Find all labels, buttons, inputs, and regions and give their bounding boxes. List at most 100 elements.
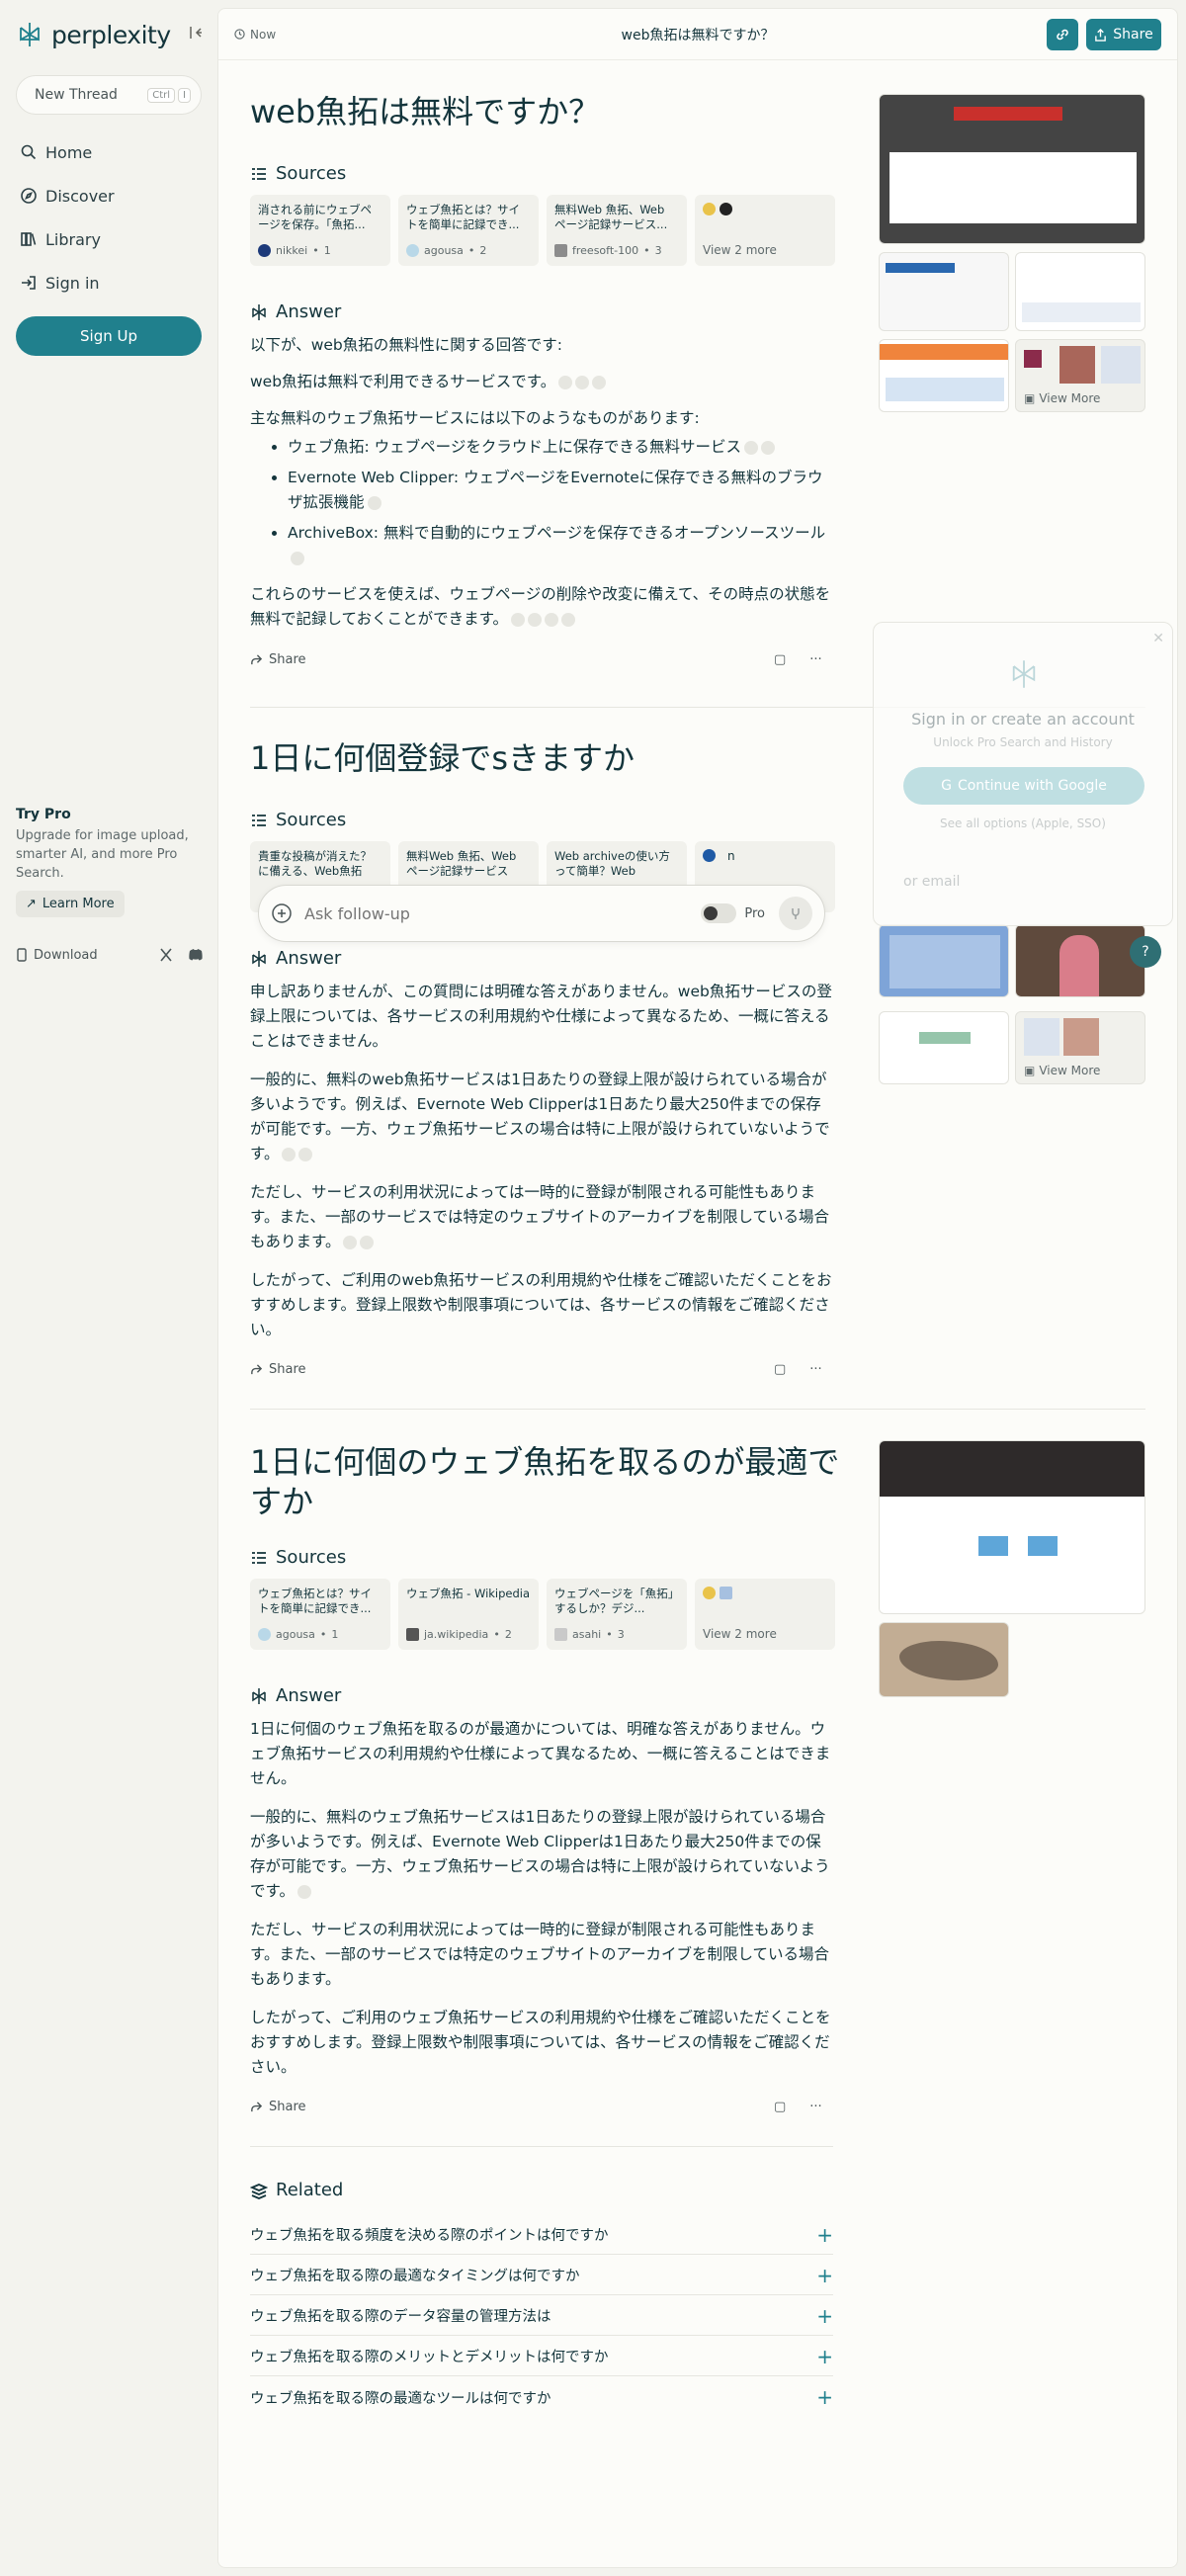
image-content: [886, 378, 1004, 401]
copy-link-button[interactable]: [1047, 19, 1078, 50]
image-content: [1022, 302, 1141, 322]
image-result[interactable]: [879, 339, 1009, 412]
source-card[interactable]: ウェブ魚拓とは？サイトを簡単に記録でき... agousa • 1: [250, 1579, 390, 1650]
image-result[interactable]: [879, 252, 1009, 331]
more-options-icon[interactable]: ···: [809, 2100, 821, 2114]
view-more-sources-card[interactable]: View 2 more: [695, 195, 835, 266]
citation[interactable]: [545, 612, 559, 627]
source-site: asahi: [572, 1628, 602, 1641]
source-card[interactable]: ウェブページを「魚拓」するしか？デジ... asahi • 3: [547, 1579, 687, 1650]
logo-text: perplexity: [51, 20, 171, 49]
collapse-sidebar-icon[interactable]: [188, 25, 204, 41]
related-question[interactable]: ウェブ魚拓を取る際のデータ容量の管理方法は +: [250, 2296, 833, 2336]
copy-icon[interactable]: ▢: [774, 2100, 786, 2114]
help-button[interactable]: ?: [1130, 936, 1161, 968]
view-more-sources-card[interactable]: View 2 more: [695, 1579, 835, 1650]
submit-icon: [792, 908, 800, 919]
view-more-images[interactable]: ▣ View More: [1015, 1011, 1145, 1084]
sidebar-item-library[interactable]: Library: [16, 217, 202, 261]
sidebar-item-home[interactable]: Home: [16, 130, 202, 174]
citation[interactable]: [511, 612, 526, 627]
continue-with-google-button[interactable]: G Continue with Google: [903, 767, 1144, 805]
copy-icon[interactable]: ▢: [774, 1362, 786, 1377]
answer-heading: Answer: [250, 301, 341, 322]
citation[interactable]: [360, 1235, 375, 1249]
citation[interactable]: [575, 375, 590, 389]
image-result[interactable]: [1015, 252, 1145, 331]
source-title: ウェブ魚拓とは？サイトを簡単に記録でき...: [258, 1587, 372, 1615]
google-label: Continue with Google: [957, 778, 1107, 794]
source-card[interactable]: ウェブ魚拓 - Wikipedia ja.wikipedia • 2: [398, 1579, 539, 1650]
top-bar: Now web魚拓は無料ですか？ Share: [218, 9, 1177, 60]
share-button[interactable]: Share: [1086, 19, 1161, 50]
image-content: [880, 1441, 1144, 1497]
source-number: 3: [617, 1628, 625, 1641]
all-options-link[interactable]: See all options (Apple, SSO): [874, 816, 1172, 830]
source-title: ウェブ魚拓とは？サイトを簡単に記録でき...: [406, 203, 520, 231]
share-arrow-icon: [251, 653, 263, 664]
citation[interactable]: [744, 440, 759, 455]
copy-icon[interactable]: ▢: [774, 652, 786, 667]
answer-heading: Answer: [250, 1685, 341, 1706]
related-question[interactable]: ウェブ魚拓を取る頻度を決める際のポイントは何ですか +: [250, 2215, 833, 2255]
related-question[interactable]: ウェブ魚拓を取る際の最適なタイミングは何ですか +: [250, 2256, 833, 2295]
download-link[interactable]: Download: [16, 948, 144, 963]
citation[interactable]: [761, 440, 776, 455]
sidebar-item-sign-in[interactable]: Sign in: [16, 261, 202, 304]
source-card[interactable]: ウェブ魚拓とは？サイトを簡単に記録でき... agousa • 2: [398, 195, 539, 266]
source-number: 2: [479, 244, 487, 257]
list-item: ウェブ魚拓: ウェブページをクラウド上に保存できる無料サービス: [288, 435, 833, 460]
image-content: [1024, 1018, 1059, 1056]
citation[interactable]: [528, 612, 543, 627]
discord-icon[interactable]: [188, 947, 204, 963]
answer-body: 申し訳ありませんが、この質問には明確な答えがありません。web魚拓サービスの登録…: [250, 980, 833, 1354]
logo[interactable]: perplexity: [16, 18, 202, 51]
attach-plus-icon[interactable]: [271, 902, 293, 924]
share-answer-button[interactable]: Share: [250, 1362, 306, 1377]
x-twitter-icon[interactable]: [158, 947, 174, 963]
learn-more-button[interactable]: ↗ Learn More: [16, 891, 125, 917]
image-result[interactable]: [879, 94, 1145, 244]
related-question[interactable]: ウェブ魚拓を取る際の最適なツールは何ですか +: [250, 2377, 833, 2417]
source-card[interactable]: 消される前にウェブページを保存。「魚拓... nikkei • 1: [250, 195, 390, 266]
citation[interactable]: [291, 551, 304, 565]
citation[interactable]: [592, 375, 607, 389]
citation[interactable]: [296, 1884, 311, 1899]
answer-actions: Share ▢ ···: [250, 1359, 833, 1379]
citation[interactable]: [298, 1147, 313, 1161]
more-options-icon[interactable]: ···: [809, 1362, 821, 1377]
answer-text: ただし、サービスの利用状況によっては一時的に登録が制限される可能性もあります。ま…: [250, 1183, 830, 1250]
more-options-icon[interactable]: ···: [809, 652, 821, 667]
image-result[interactable]: [879, 924, 1009, 997]
related-question-text: ウェブ魚拓を取る際の最適なタイミングは何ですか: [250, 2269, 580, 2284]
submit-button[interactable]: [779, 897, 812, 930]
share-answer-button[interactable]: Share: [250, 652, 306, 667]
email-option[interactable]: or email: [903, 874, 960, 890]
citation[interactable]: [558, 375, 573, 389]
follow-up-input[interactable]: [304, 903, 702, 923]
sign-up-button[interactable]: Sign Up: [16, 316, 202, 356]
related-question[interactable]: ウェブ魚拓を取る際のメリットとデメリットは何ですか +: [250, 2337, 833, 2376]
image-result[interactable]: [879, 1011, 1009, 1084]
source-card[interactable]: 無料Web 魚拓、Web ページ記録サービス... freesoft-100 • …: [547, 195, 687, 266]
view-more-images[interactable]: ▣ View More: [1015, 339, 1145, 412]
image-content: [1101, 346, 1141, 384]
pro-label: Pro: [744, 905, 765, 921]
citation[interactable]: [367, 495, 381, 510]
citation[interactable]: [343, 1235, 358, 1249]
follow-up-bar: Pro: [258, 885, 825, 942]
sidebar-item-discover[interactable]: Discover: [16, 174, 202, 217]
main-panel: Now web魚拓は無料ですか？ Share web魚拓は無料ですか？ Sour…: [217, 8, 1178, 2568]
image-result[interactable]: [879, 1440, 1145, 1614]
pro-toggle[interactable]: [701, 903, 737, 923]
citation[interactable]: [282, 1147, 296, 1161]
new-thread-button[interactable]: New Thread Ctrl I: [16, 75, 202, 115]
image-result[interactable]: [879, 1622, 1009, 1697]
close-icon[interactable]: ✕: [1152, 631, 1164, 646]
more-favicons: n: [703, 849, 827, 864]
share-answer-button[interactable]: Share: [250, 2100, 306, 2114]
image-result[interactable]: [1015, 924, 1145, 997]
source-number: 2: [504, 1628, 512, 1641]
citation[interactable]: [561, 612, 576, 627]
favicon-icon: [406, 244, 419, 257]
